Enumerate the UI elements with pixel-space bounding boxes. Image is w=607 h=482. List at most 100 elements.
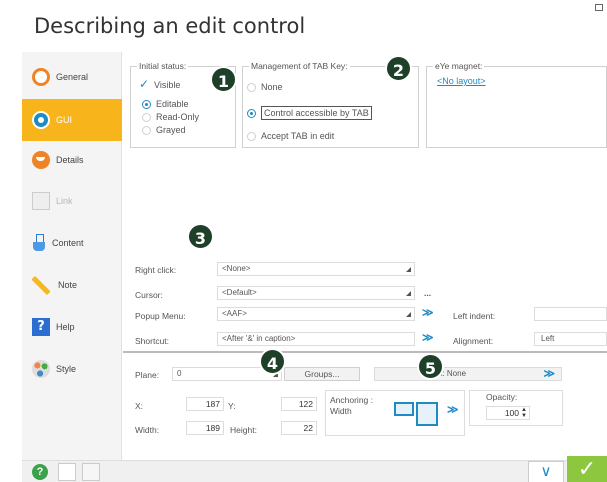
group-title: Initial status: [137,61,189,71]
check-icon: ✓ [139,77,150,91]
window-restore-button[interactable] [595,4,603,11]
sidebar-item-content[interactable]: Content [22,224,122,262]
radio-label: Accept TAB in edit [261,131,335,141]
checkbox-label: Visible [154,79,181,90]
combo-value: 0 [177,369,182,378]
radio-tab-accessible[interactable]: Control accessible by TAB [247,106,372,120]
cursor-more-button[interactable]: ... [424,288,431,298]
gui-icon [32,111,50,129]
sidebar-item-note[interactable]: Note [22,266,122,304]
sidebar-item-style[interactable]: Style [22,350,122,388]
details-icon [32,151,50,169]
sidebar-item-label: Help [56,322,75,332]
max-combo[interactable]: ax: None ≫ [429,367,562,381]
link-icon [32,192,50,210]
double-chevron-icon[interactable]: ≫ [422,308,434,319]
radio-grayed[interactable]: Grayed [142,125,186,135]
visible-checkbox[interactable]: ✓ Visible [139,77,181,91]
dropdown-arrow-icon [406,267,411,272]
combo-value: <After '&' in caption> [222,334,296,343]
radio-read-only[interactable]: Read-Only [142,112,199,122]
chevron-down-icon: ∨ [540,463,552,480]
grid-icon[interactable] [82,463,100,481]
check-icon: ✓ [577,456,597,481]
callout-3: 3 [187,223,214,250]
x-label: X: [135,401,144,411]
main-panel: Initial status: ✓ Visible Editable Read-… [123,52,607,460]
callout-5: 5 [417,353,444,380]
height-field[interactable]: 22 [281,421,317,435]
content-icon [32,234,46,252]
sidebar: General GUI Details Link Content Note ? … [22,52,122,460]
radio-icon [247,108,256,118]
y-field[interactable]: 122 [281,397,317,411]
ok-button[interactable]: ✓ [567,456,607,482]
group-title: Management of TAB Key: [249,61,350,71]
shortcut-combo[interactable]: <After '&' in caption> [217,332,415,346]
sidebar-item-label: Details [56,155,84,165]
bottom-bar: ? ∨ ✓ [22,456,607,482]
radio-icon [142,112,151,122]
callout-1: 1 [210,66,237,93]
section-divider [123,351,607,353]
title-bar: Describing an edit control [0,0,607,52]
sidebar-item-label: General [56,72,89,82]
cancel-button[interactable]: ∨ [528,461,564,482]
radio-label: Grayed [156,125,186,135]
radio-icon [247,82,256,92]
callout-4: 4 [259,348,286,375]
dots-icon[interactable] [58,463,76,481]
radio-tab-accept[interactable]: Accept TAB in edit [247,131,334,141]
help-icon[interactable]: ? [32,464,48,480]
radio-editable[interactable]: Editable [142,99,189,109]
opacity-field[interactable]: 100 ▲ ▼ [486,406,530,420]
left-indent-field[interactable] [534,307,607,321]
combo-value: <Default> [222,288,257,297]
x-field[interactable]: 187 [186,397,224,411]
magnet-layout-link[interactable]: <No layout> [437,76,486,86]
radio-icon [247,131,256,141]
groups-button[interactable]: Groups... [284,367,360,381]
double-chevron-icon[interactable]: ≫ [422,333,434,344]
cursor-combo[interactable]: <Default> [217,286,415,300]
note-icon [31,275,51,295]
window-title: Describing an edit control [34,14,306,38]
spinner-icon[interactable]: ▲ ▼ [521,407,527,419]
sidebar-item-label: Note [58,280,78,290]
height-label: Height: [230,425,257,435]
popup-menu-combo[interactable]: <AAF> [217,307,415,321]
style-icon [32,360,50,378]
sidebar-item-label: GUI [56,115,73,125]
alignment-label: Alignment: [453,336,494,346]
sidebar-item-label: Style [56,364,77,374]
sidebar-item-help[interactable]: ? Help [22,308,122,346]
radio-icon [142,99,151,109]
cursor-label: Cursor: [135,290,163,300]
plane-label: Plane: [135,370,160,380]
sidebar-item-details[interactable]: Details [22,141,122,179]
alignment-combo[interactable]: Left [534,332,607,346]
double-chevron-icon[interactable]: ≫ [447,405,459,416]
sidebar-item-link: Link [22,182,122,220]
link-text: <No layout> [437,76,486,86]
anchoring-label: Anchoring : [330,395,373,405]
double-chevron-icon: ≫ [543,368,555,380]
y-label: Y: [228,401,236,411]
radio-label: Control accessible by TAB [261,106,372,120]
radio-label: Read-Only [156,112,200,122]
anchor-window-icon[interactable] [416,402,438,426]
combo-value: Left [541,334,555,343]
sidebar-item-label: Link [56,196,73,206]
radio-tab-none[interactable]: None [247,82,283,92]
right-click-combo[interactable]: <None> [217,262,415,276]
sidebar-item-gui[interactable]: GUI [22,99,122,141]
sidebar-item-general[interactable]: General [22,58,122,96]
anchor-window-icon[interactable] [394,402,414,416]
opacity-value: 100 [504,408,519,418]
left-indent-label: Left indent: [453,311,496,321]
opacity-box: Opacity: 100 ▲ ▼ [469,390,563,426]
shortcut-label: Shortcut: [135,336,170,346]
radio-label: Editable [156,99,189,109]
width-label: Width: [135,425,160,435]
width-field[interactable]: 189 [186,421,224,435]
